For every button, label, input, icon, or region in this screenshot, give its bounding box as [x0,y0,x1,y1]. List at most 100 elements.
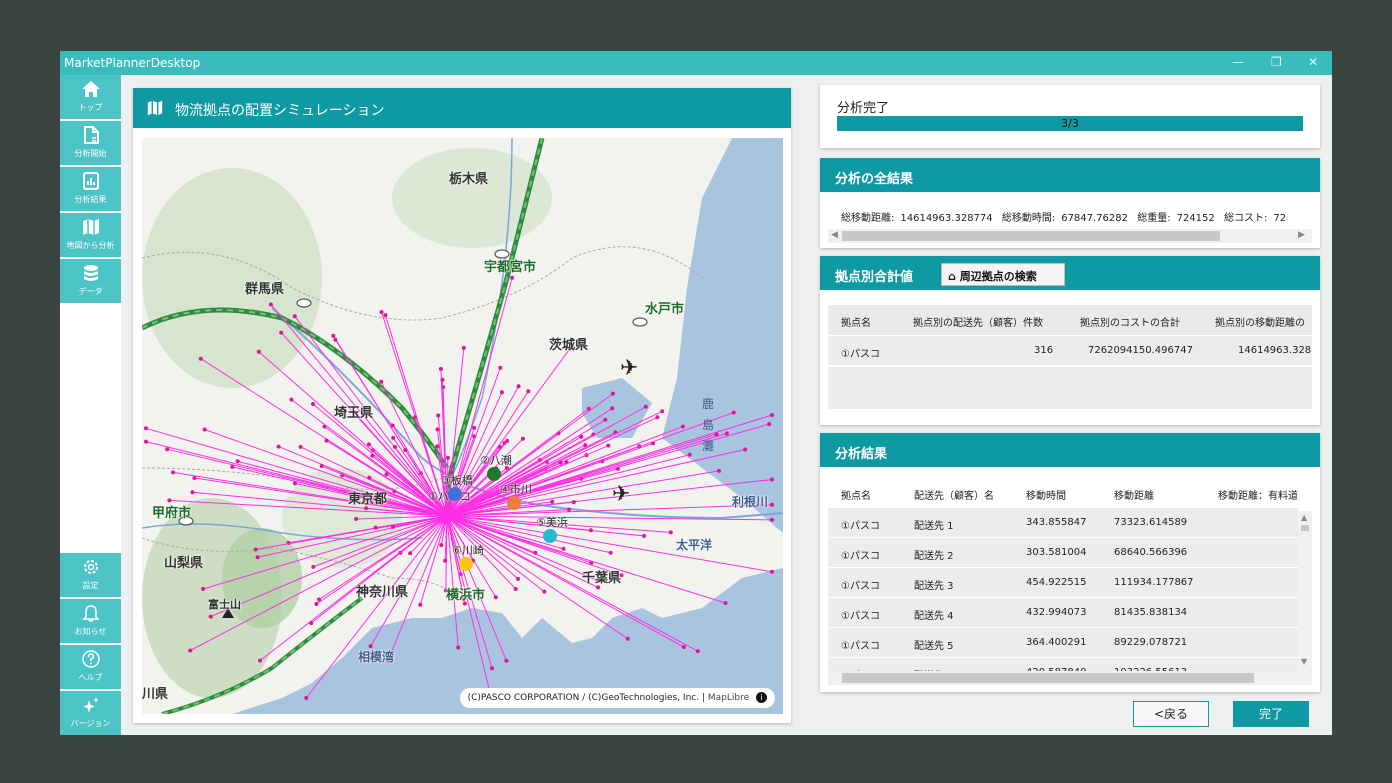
base-marker[interactable] [459,557,473,571]
customer-point[interactable] [743,447,748,452]
customer-point[interactable] [655,415,660,420]
customer-point[interactable] [293,481,297,486]
customer-point[interactable] [571,500,576,505]
nav-notice[interactable]: お知らせ [60,599,121,643]
col-travel-time[interactable]: 移動時間 [1026,487,1066,502]
customer-point[interactable] [586,406,591,411]
nav-settings[interactable]: 設定 [60,553,121,597]
customer-point[interactable] [144,426,148,431]
customer-point[interactable] [370,453,375,458]
customer-point[interactable] [510,275,515,280]
customer-point[interactable] [208,614,213,619]
base-marker[interactable] [543,529,557,543]
customer-point[interactable] [253,547,258,552]
customer-point[interactable] [403,448,408,452]
customer-point[interactable] [731,410,736,415]
customer-point[interactable] [505,438,510,443]
col-travel-distance[interactable]: 移動距離 [1114,487,1154,502]
customer-point[interactable] [190,490,195,495]
nav-top[interactable]: トップ [60,75,121,119]
customer-point[interactable] [498,365,503,370]
base-marker[interactable] [507,496,521,510]
customer-point[interactable] [770,477,774,482]
customer-point[interactable] [493,595,498,600]
table-row[interactable]: ①パスコ 配送先 1 343.855847 73323.614589 [828,508,1298,538]
customer-point[interactable] [668,530,673,535]
customer-point[interactable] [384,472,389,477]
customer-point[interactable] [770,569,774,574]
customer-point[interactable] [165,447,170,452]
customer-point[interactable] [201,587,206,591]
customer-point[interactable] [770,517,774,522]
customer-point[interactable] [611,391,615,396]
customer-point[interactable] [192,476,197,480]
customer-point[interactable] [520,436,525,441]
customer-point[interactable] [445,455,450,460]
customer-point[interactable] [235,459,240,464]
nav-help[interactable]: ヘルプ [60,645,121,689]
customer-point[interactable] [724,431,729,436]
table-row[interactable]: ①パスコ 配送先 4 432.994073 81435.838134 [828,598,1298,628]
customer-point[interactable] [276,444,281,449]
maximize-button[interactable]: ❐ [1271,55,1282,69]
customer-point[interactable] [298,444,303,449]
overall-hscrollbar[interactable]: ◀ ▶ [828,229,1312,243]
back-button[interactable]: <戻る [1133,701,1209,727]
minimize-button[interactable]: — [1232,55,1244,69]
table-row[interactable]: ①パスコ 配送先 5 364.400291 89229.078721 [828,628,1298,658]
customer-point[interactable] [319,464,324,468]
map-view[interactable]: ✈ ✈ 栃木県 宇都宮市 群馬県 水戸市 茨城県 埼玉県 東京都 甲府市 山梨県 富士山 神奈川県 横… [142,138,783,714]
table-row[interactable]: ①パスコ 316 7262094150.496747 14614963.328 [828,336,1312,366]
customer-point[interactable] [408,551,413,556]
scroll-left-icon[interactable]: ◀ [831,230,838,240]
customer-point[interactable] [304,696,309,700]
nav-data[interactable]: データ [60,259,121,303]
customer-point[interactable] [202,427,207,432]
customer-point[interactable] [603,417,608,422]
customer-point[interactable] [717,468,722,473]
table-row[interactable]: ①パスコ 配送先 3 454.922515 111934.177867 [828,568,1298,598]
scroll-down-icon[interactable]: ▼ [1301,657,1307,666]
customer-point[interactable] [258,658,262,663]
customer-point[interactable] [333,337,338,342]
base-marker[interactable] [448,487,462,501]
table-row[interactable]: ①パスコ 配送先 2 303.581004 68640.566396 [828,538,1298,568]
customer-point[interactable] [461,345,466,350]
customer-point[interactable] [198,356,203,361]
customer-point[interactable] [311,564,316,569]
customer-point[interactable] [542,589,547,594]
customer-point[interactable] [504,658,509,663]
col-distance-total[interactable]: 拠点別の移動距離の [1215,314,1305,329]
customer-point[interactable] [391,524,395,529]
customer-point[interactable] [695,649,700,654]
customer-point[interactable] [366,442,371,447]
customer-point[interactable] [311,402,315,406]
customer-point[interactable] [309,621,314,626]
customer-point[interactable] [289,397,294,402]
customer-point[interactable] [642,533,647,538]
scroll-thumb[interactable] [1301,525,1309,531]
customer-point[interactable] [516,576,520,581]
col-toll-distance[interactable]: 移動距離：有料道 [1218,487,1298,502]
customer-point[interactable] [490,666,494,671]
customer-point[interactable] [443,558,448,563]
nav-map-analysis[interactable]: 地図から分析 [60,213,121,257]
customer-point[interactable] [606,443,611,448]
customer-point[interactable] [391,435,396,440]
customer-point[interactable] [268,302,273,307]
customer-point[interactable] [770,502,774,507]
customer-point[interactable] [144,439,148,444]
nav-analysis-result[interactable]: 分析結果 [60,167,121,211]
customer-point[interactable] [436,413,441,418]
scroll-up-icon[interactable]: ▲ [1301,513,1307,522]
customer-point[interactable] [367,475,372,480]
customer-point[interactable] [499,390,504,395]
customer-point[interactable] [533,550,538,555]
customer-point[interactable] [526,389,531,394]
customer-point[interactable] [354,517,359,521]
customer-point[interactable] [390,423,395,428]
customer-point[interactable] [314,602,319,606]
customer-point[interactable] [439,543,444,548]
customer-point[interactable] [588,528,593,533]
scroll-thumb[interactable] [842,231,1220,241]
